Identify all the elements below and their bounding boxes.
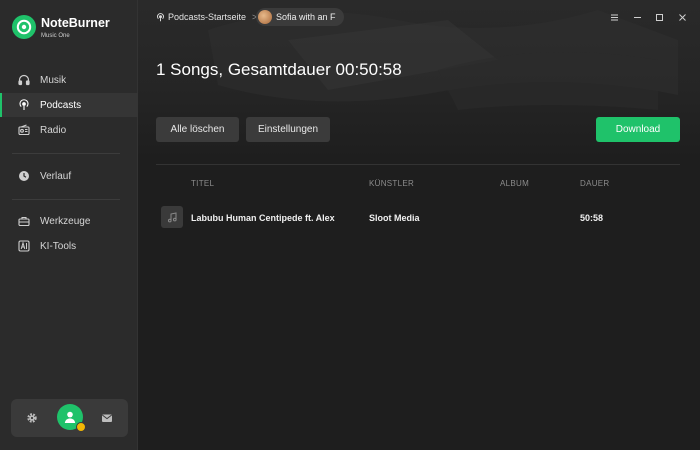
- sidebar-item-musik[interactable]: Musik: [0, 68, 138, 92]
- sidebar: NoteBurner Music One Musik Podcasts Radi…: [0, 0, 138, 450]
- brand: NoteBurner Music One: [12, 14, 132, 44]
- table-divider: [156, 164, 680, 165]
- settings-button[interactable]: Einstellungen: [246, 117, 330, 142]
- minimize-icon[interactable]: [630, 10, 644, 24]
- sidebar-item-label: Podcasts: [40, 99, 82, 111]
- sidebar-item-label: KI-Tools: [40, 240, 77, 252]
- row-artist: Sloot Media: [369, 213, 420, 223]
- ai-icon: [18, 240, 30, 252]
- sidebar-divider: [12, 153, 120, 154]
- menu-icon[interactable]: [607, 10, 621, 24]
- clear-all-button[interactable]: Alle löschen: [156, 117, 239, 142]
- podcast-icon: [18, 99, 30, 111]
- sidebar-divider: [12, 199, 120, 200]
- gear-icon[interactable]: [24, 410, 40, 426]
- breadcrumb-home-link[interactable]: Podcasts-Startseite: [168, 12, 246, 22]
- row-title: Labubu Human Centipede ft. Alex: [191, 213, 335, 223]
- headphones-icon: [18, 74, 30, 86]
- podcast-icon: [156, 12, 165, 22]
- column-header-album[interactable]: ALBUM: [500, 179, 529, 188]
- sidebar-item-podcasts[interactable]: Podcasts: [0, 93, 138, 117]
- column-header-artist[interactable]: KÜNSTLER: [369, 179, 414, 188]
- premium-badge-icon: [76, 422, 86, 432]
- page-title: 1 Songs, Gesamtdauer 00:50:58: [156, 60, 402, 79]
- download-button[interactable]: Download: [596, 117, 680, 142]
- sidebar-item-radio[interactable]: Radio: [0, 118, 138, 142]
- music-note-icon: [161, 206, 183, 228]
- sidebar-item-label: Werkzeuge: [40, 215, 91, 227]
- breadcrumb: Podcasts-Startseite >: [156, 10, 263, 24]
- toolbox-icon: [18, 215, 30, 227]
- noteburner-logo-icon: [12, 15, 36, 39]
- clock-icon: [18, 170, 30, 182]
- breadcrumb-current-label: Sofia with an F: [276, 12, 336, 22]
- sidebar-item-ki-tools[interactable]: KI-Tools: [0, 234, 138, 258]
- sidebar-item-verlauf[interactable]: Verlauf: [0, 164, 138, 188]
- table-row[interactable]: Labubu Human Centipede ft. Alex Sloot Me…: [156, 203, 680, 233]
- main-panel: Podcasts-Startseite > Sofia with an F 1 …: [138, 0, 700, 450]
- radio-icon: [18, 124, 30, 136]
- column-header-duration[interactable]: DAUER: [580, 179, 610, 188]
- maximize-icon[interactable]: [652, 10, 666, 24]
- podcast-cover-avatar: [258, 10, 272, 24]
- sidebar-item-label: Musik: [40, 74, 67, 86]
- breadcrumb-current-chip[interactable]: Sofia with an F: [256, 8, 344, 26]
- user-icon[interactable]: [57, 404, 86, 432]
- sidebar-bottom-bar: [11, 399, 128, 437]
- sidebar-item-label: Verlauf: [40, 170, 72, 182]
- mail-icon[interactable]: [99, 410, 115, 426]
- app-name: NoteBurner: [41, 16, 110, 30]
- app-subtitle: Music One: [41, 33, 70, 39]
- sidebar-item-werkzeuge[interactable]: Werkzeuge: [0, 209, 138, 233]
- close-icon[interactable]: [675, 10, 689, 24]
- column-header-title[interactable]: TITEL: [191, 179, 214, 188]
- row-duration: 50:58: [580, 213, 604, 223]
- sidebar-item-label: Radio: [40, 124, 67, 136]
